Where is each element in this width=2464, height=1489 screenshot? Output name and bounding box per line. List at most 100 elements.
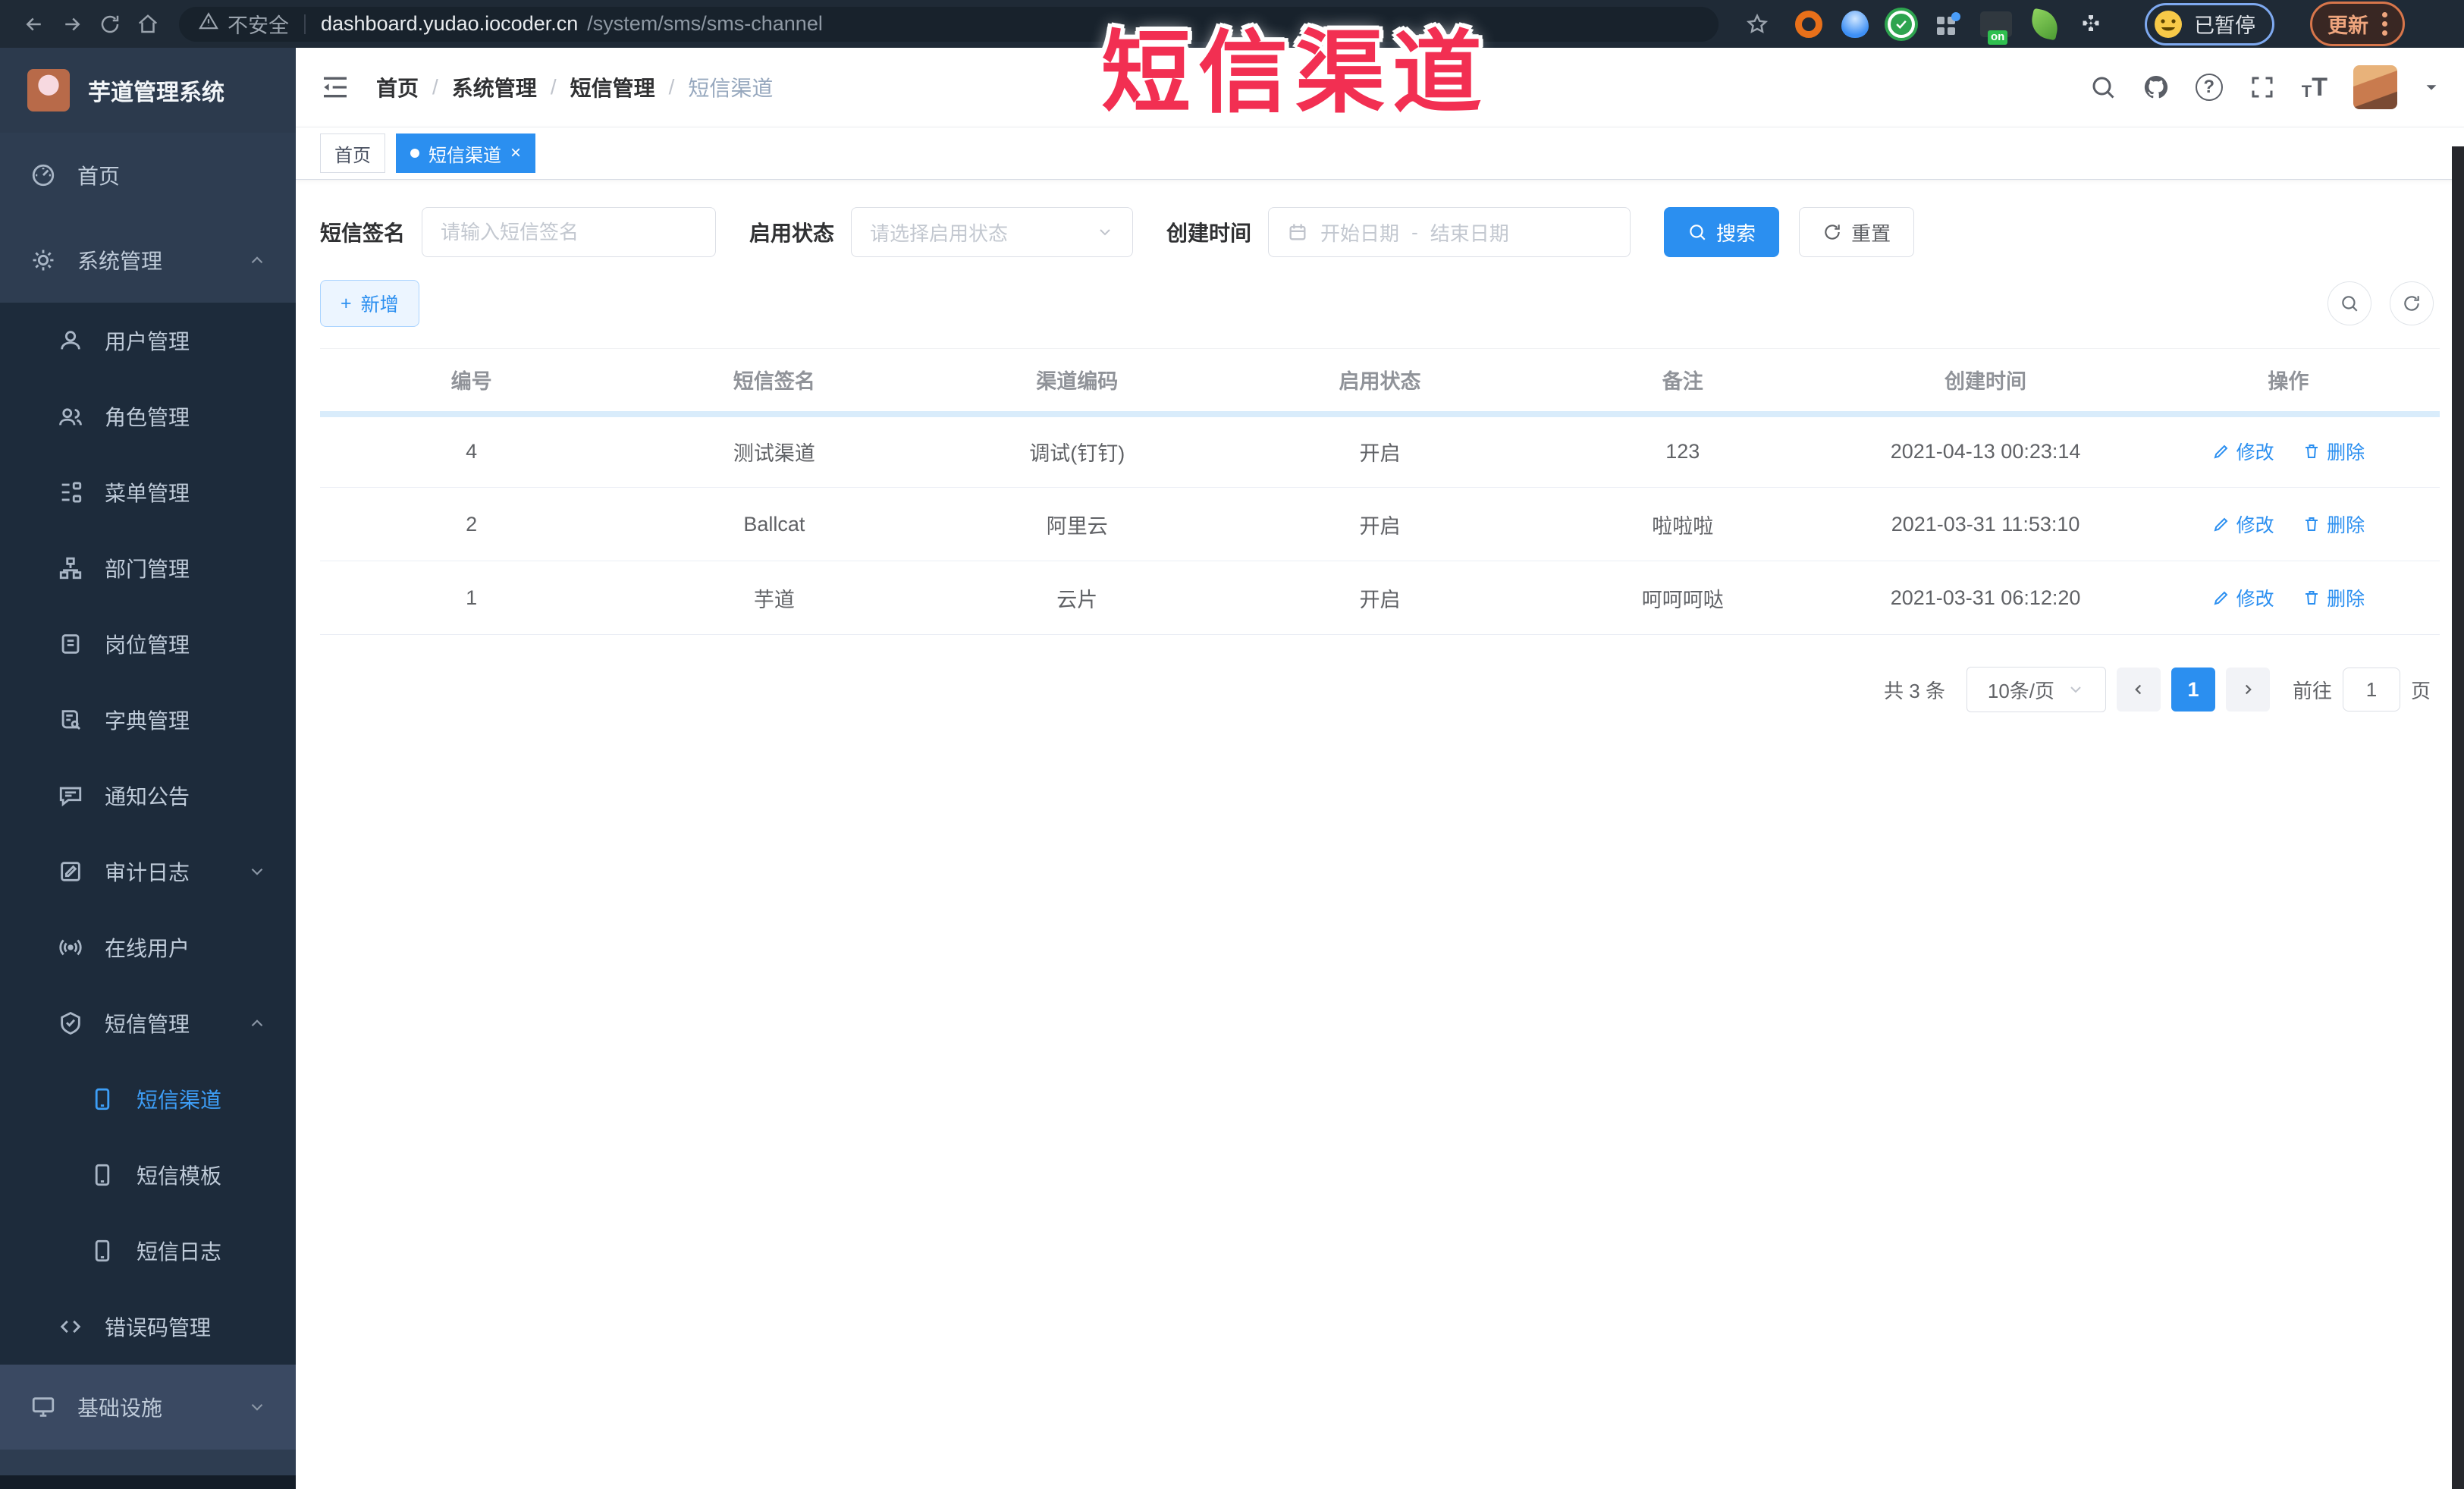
sidebar-item-online-users[interactable]: 在线用户 xyxy=(0,909,296,985)
edit-link[interactable]: 修改 xyxy=(2212,584,2274,611)
goto-page-input[interactable] xyxy=(2342,668,2400,712)
refresh-button[interactable] xyxy=(2390,281,2434,325)
filter-time: 创建时间 开始日期 - 结束日期 xyxy=(1166,207,1631,257)
chevron-down-icon xyxy=(247,862,267,881)
breadcrumb-home[interactable]: 首页 xyxy=(376,72,419,102)
forward-icon[interactable] xyxy=(53,5,91,43)
sidebar-item-dictionary[interactable]: 字典管理 xyxy=(0,682,296,758)
extension-check-icon[interactable] xyxy=(1888,10,1915,38)
search-button-label: 搜索 xyxy=(1716,221,1756,245)
edit-link[interactable]: 修改 xyxy=(2212,438,2274,465)
bookmark-star-icon[interactable] xyxy=(1738,5,1776,43)
font-size-icon[interactable]: TT xyxy=(2302,74,2327,100)
sms-shield-icon xyxy=(58,1010,83,1036)
sidebar-item-menus[interactable]: 菜单管理 xyxy=(0,454,296,530)
date-range-picker[interactable]: 开始日期 - 结束日期 xyxy=(1268,207,1631,257)
delete-link[interactable]: 删除 xyxy=(2302,510,2365,538)
breadcrumb-sms[interactable]: 短信管理 xyxy=(570,72,655,102)
reload-icon[interactable] xyxy=(91,5,129,43)
paused-label: 已暂停 xyxy=(2194,14,2255,37)
sidebar-logo[interactable]: 芋道管理系统 xyxy=(0,48,296,133)
scrollbar[interactable] xyxy=(2452,146,2464,1489)
cell-id: 1 xyxy=(320,561,623,635)
sidebar-item-home[interactable]: 首页 xyxy=(0,133,296,218)
extension-drop-icon[interactable] xyxy=(1841,10,1869,38)
table-row: 4 测试渠道 调试(钉钉) 开启 123 2021-04-13 00:23:14… xyxy=(320,413,2440,488)
sidebar-item-announcements[interactable]: 通知公告 xyxy=(0,758,296,834)
breadcrumb-system[interactable]: 系统管理 xyxy=(452,72,537,102)
cell-created: 2021-03-31 11:53:10 xyxy=(1834,487,2137,561)
sidebar-item-sms-template[interactable]: 短信模板 xyxy=(0,1137,296,1213)
status-select[interactable]: 请选择启用状态 xyxy=(851,207,1134,257)
delete-link[interactable]: 删除 xyxy=(2302,584,2365,611)
add-button[interactable]: + 新增 xyxy=(320,280,419,327)
start-date-placeholder: 开始日期 xyxy=(1320,221,1400,245)
sidebar-item-roles[interactable]: 角色管理 xyxy=(0,379,296,454)
sidebar-item-audit-log[interactable]: 审计日志 xyxy=(0,834,296,909)
avatar[interactable] xyxy=(2353,65,2397,109)
sidebar-item-sms[interactable]: 短信管理 xyxy=(0,985,296,1061)
close-icon[interactable]: × xyxy=(510,144,521,162)
sidebar-item-label: 系统管理 xyxy=(77,250,163,273)
table-tools xyxy=(2327,281,2434,325)
extension-cluster: on 已暂停 更新 xyxy=(1738,2,2405,46)
delete-link[interactable]: 删除 xyxy=(2302,438,2365,465)
paused-profile-badge[interactable]: 已暂停 xyxy=(2145,2,2274,46)
navbar-actions: ? TT xyxy=(2089,65,2440,109)
cell-actions: 修改 删除 xyxy=(2136,487,2440,561)
users-icon xyxy=(58,404,83,429)
url-divider xyxy=(304,14,306,34)
prev-page-button[interactable] xyxy=(2116,668,2161,712)
extension-leaf-icon[interactable] xyxy=(2028,8,2061,40)
col-code: 渠道编码 xyxy=(925,348,1229,417)
cell-sign: Ballcat xyxy=(623,487,926,561)
sidebar-item-infrastructure[interactable]: 基础设施 xyxy=(0,1365,296,1450)
dashboard-icon xyxy=(30,162,56,188)
browser-menu-icon[interactable] xyxy=(2382,12,2387,36)
toggle-search-button[interactable] xyxy=(2327,281,2371,325)
sidebar-item-users[interactable]: 用户管理 xyxy=(0,303,296,379)
sidebar-item-sms-log[interactable]: 短信日志 xyxy=(0,1213,296,1289)
url-host: dashboard.yudao.iocoder.cn xyxy=(321,12,579,35)
sidebar-item-system[interactable]: 系统管理 xyxy=(0,218,296,303)
page-size-select[interactable]: 10条/页 xyxy=(1966,667,2106,712)
current-page[interactable]: 1 xyxy=(2171,668,2215,712)
sidebar-item-departments[interactable]: 部门管理 xyxy=(0,530,296,606)
edit-link[interactable]: 修改 xyxy=(2212,510,2274,538)
caret-down-icon[interactable] xyxy=(2423,79,2440,96)
reset-button[interactable]: 重置 xyxy=(1799,207,1915,257)
browser-update-button[interactable]: 更新 xyxy=(2310,2,2405,46)
tag-sms-channel[interactable]: 短信渠道 × xyxy=(396,134,536,173)
reset-button-label: 重置 xyxy=(1851,221,1891,245)
sidebar-item-label: 字典管理 xyxy=(105,709,190,733)
search-icon[interactable] xyxy=(2089,74,2117,101)
back-icon[interactable] xyxy=(15,5,53,43)
extension-onetab-icon[interactable]: on xyxy=(1980,11,2012,45)
hamburger-icon[interactable] xyxy=(320,72,350,102)
help-icon[interactable]: ? xyxy=(2195,74,2223,101)
announcement-icon xyxy=(58,783,83,809)
sidebar-item-posts[interactable]: 岗位管理 xyxy=(0,606,296,682)
next-page-button[interactable] xyxy=(2225,668,2270,712)
breadcrumb-current: 短信渠道 xyxy=(688,77,774,100)
sign-input[interactable] xyxy=(422,207,717,257)
emoji-face-icon xyxy=(2153,9,2183,39)
logo-image xyxy=(27,69,70,112)
end-date-placeholder: 结束日期 xyxy=(1430,221,1509,245)
sidebar-item-error-codes[interactable]: 错误码管理 xyxy=(0,1289,296,1365)
sidebar-item-sms-channel[interactable]: 短信渠道 xyxy=(0,1061,296,1137)
sidebar-item-label: 角色管理 xyxy=(105,406,190,429)
github-icon[interactable] xyxy=(2142,74,2170,101)
tag-home[interactable]: 首页 xyxy=(320,134,385,173)
breadcrumb-separator: / xyxy=(668,75,675,99)
extension-grid-icon[interactable] xyxy=(1934,11,1961,38)
col-id: 编号 xyxy=(320,348,623,417)
extensions-puzzle-icon[interactable] xyxy=(2077,11,2105,38)
dictionary-icon xyxy=(58,707,83,733)
home-icon[interactable] xyxy=(129,5,167,43)
tags-bar: 首页 短信渠道 × xyxy=(296,127,2464,180)
fullscreen-icon[interactable] xyxy=(2249,74,2276,101)
extension-orange-icon[interactable] xyxy=(1795,10,1822,38)
sidebar-item-label: 基础设施 xyxy=(77,1396,163,1420)
search-button[interactable]: 搜索 xyxy=(1664,207,1780,257)
